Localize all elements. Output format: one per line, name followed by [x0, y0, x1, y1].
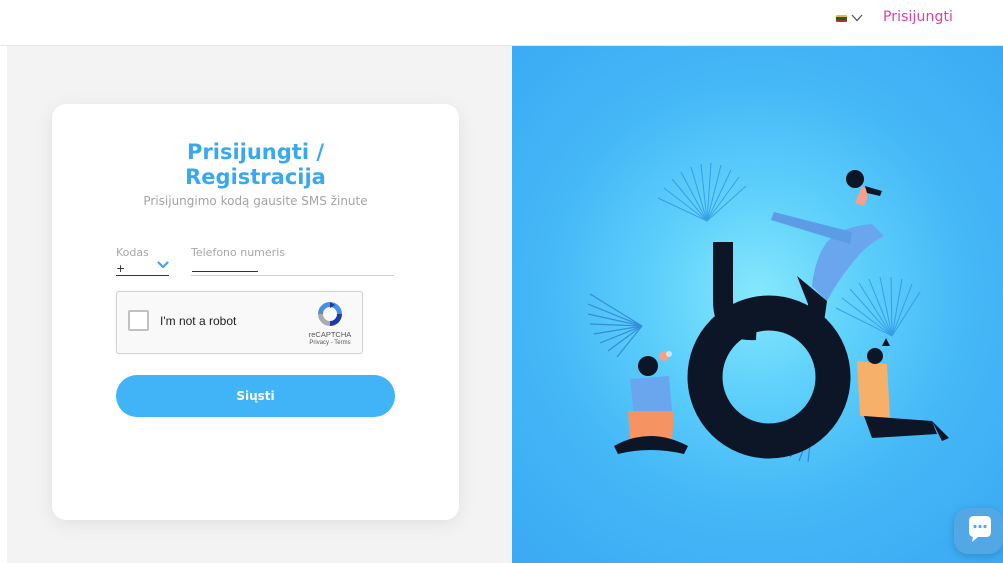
country-code-select[interactable]: + — [116, 262, 125, 275]
top-bar: Prisijungti — [0, 0, 1003, 46]
fan-decoration-top — [657, 162, 747, 222]
chat-bubble-icon — [969, 516, 991, 542]
chevron-down-icon[interactable] — [157, 261, 169, 269]
login-link[interactable]: Prisijungti — [883, 9, 953, 25]
figure-right — [857, 338, 949, 441]
card-subtitle: Prisijungimo kodą gausite SMS žinute — [143, 194, 368, 208]
recaptcha-privacy-terms[interactable]: Privacy - Terms — [303, 340, 357, 346]
fan-decoration-left — [587, 293, 643, 358]
country-code-label: Kodas — [116, 246, 149, 259]
phone-number-underline — [191, 275, 394, 276]
recaptcha-logo-icon — [318, 302, 342, 326]
login-card: Prisijungti / Registracija Prisijungimo … — [52, 104, 459, 520]
chevron-down-icon[interactable] — [851, 13, 863, 23]
recaptcha-widget: I'm not a robot reCAPTCHA Privacy - Term… — [116, 291, 363, 354]
phone-number-label: Telefono numeris — [191, 246, 285, 259]
send-button[interactable]: Siųsti — [116, 375, 395, 417]
recaptcha-brand: reCAPTCHA — [308, 330, 352, 339]
title-line-1: Prisijungti / — [187, 140, 324, 164]
flag-stripe-red — [836, 19, 847, 22]
chat-button[interactable] — [954, 508, 1003, 554]
people-on-letters-illustration — [587, 162, 949, 463]
figure-left — [614, 351, 688, 454]
hero-illustration-panel — [512, 46, 1003, 563]
fan-decoration-right — [835, 276, 921, 337]
country-code-underline — [116, 275, 169, 276]
title-line-2: Registracija — [185, 165, 326, 189]
phone-number-input[interactable] — [192, 271, 258, 272]
recaptcha-checkbox[interactable] — [128, 310, 149, 331]
language-flag-icon[interactable] — [836, 15, 847, 22]
recaptcha-label: I'm not a robot — [160, 314, 237, 328]
page-title: Prisijungti / Registracija — [52, 140, 459, 190]
dot — [666, 351, 672, 357]
